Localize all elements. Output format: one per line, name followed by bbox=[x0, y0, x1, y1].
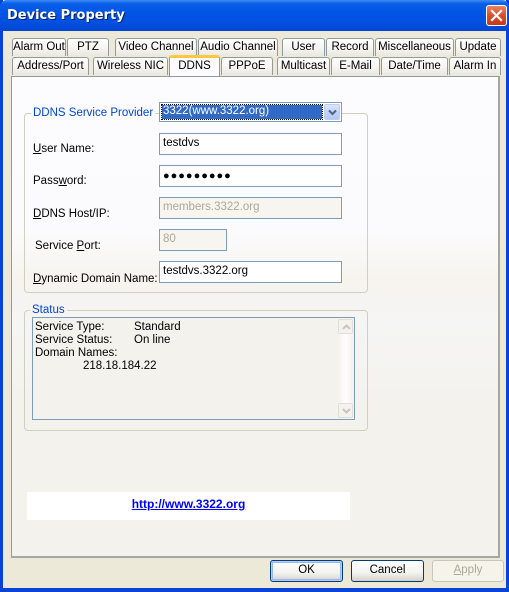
user-name-input[interactable]: testdvs bbox=[159, 133, 342, 155]
user-name-label: User Name: bbox=[33, 143, 95, 155]
status-group-label: Status bbox=[30, 304, 67, 317]
chevron-down-icon bbox=[328, 109, 337, 116]
tab-pppoe[interactable]: PPPoE bbox=[221, 57, 273, 75]
close-button[interactable] bbox=[486, 5, 507, 26]
status-textarea[interactable]: Service Type: Standard Service Status: O… bbox=[32, 317, 355, 420]
ddns-host-input[interactable]: members.3322.org bbox=[159, 197, 342, 219]
ddns-provider-selected: 3322(www.3322.org) bbox=[161, 104, 323, 120]
window-title: Device Property bbox=[7, 8, 125, 23]
title-bar[interactable]: Device Property bbox=[0, 0, 509, 31]
tab-user[interactable]: User bbox=[282, 38, 325, 56]
scroll-up-button[interactable] bbox=[338, 319, 353, 334]
ddns-host-label: DDNS Host/IP: bbox=[33, 208, 110, 220]
scroll-down-button[interactable] bbox=[338, 403, 353, 418]
domain-ip-value: 218.18.184.22 bbox=[83, 360, 157, 372]
status-scrollbar[interactable] bbox=[338, 319, 353, 418]
tab-update[interactable]: Update bbox=[455, 38, 501, 56]
dialog-client-area: Alarm Out PTZ Video Channel Audio Channe… bbox=[3, 31, 506, 588]
tab-wireless-nic[interactable]: Wireless NIC bbox=[93, 57, 168, 75]
service-type-value: Standard bbox=[134, 321, 181, 333]
tab-alarm-out[interactable]: Alarm Out bbox=[12, 38, 66, 56]
tab-ptz[interactable]: PTZ bbox=[67, 38, 109, 56]
ddns-group-label: DDNS Service Provider bbox=[31, 107, 156, 120]
tab-address-port[interactable]: Address/Port bbox=[12, 57, 89, 75]
password-label: Password: bbox=[33, 175, 87, 187]
service-type-key: Service Type: bbox=[35, 321, 105, 333]
ddns-tab-panel: DDNS Service Provider 3322(www.3322.org)… bbox=[11, 76, 500, 558]
ddns-provider-select[interactable]: 3322(www.3322.org) bbox=[159, 102, 342, 122]
service-port-label: Service Port: bbox=[35, 240, 101, 252]
tab-record[interactable]: Record bbox=[326, 38, 374, 56]
tab-ddns[interactable]: DDNS bbox=[169, 55, 220, 76]
apply-button[interactable]: Apply bbox=[432, 560, 504, 582]
service-status-value: On line bbox=[134, 334, 171, 346]
ok-button[interactable]: OK bbox=[270, 560, 343, 582]
chevron-down-icon bbox=[342, 408, 351, 414]
chevron-up-icon bbox=[342, 324, 351, 330]
close-icon bbox=[490, 9, 503, 22]
dropdown-button[interactable] bbox=[324, 104, 340, 120]
tab-multicast[interactable]: Multicast bbox=[277, 57, 330, 75]
tab-miscellaneous[interactable]: Miscellaneous bbox=[375, 38, 454, 56]
tab-alarm-in[interactable]: Alarm In bbox=[449, 57, 501, 75]
provider-link-box: http://www.3322.org bbox=[27, 492, 350, 520]
dynamic-domain-label: Dynamic Domain Name: bbox=[33, 273, 158, 285]
password-input[interactable]: ●●●●●●●●● bbox=[159, 165, 342, 187]
tab-email[interactable]: E-Mail bbox=[331, 57, 380, 75]
provider-link[interactable]: http://www.3322.org bbox=[27, 497, 350, 511]
cancel-button[interactable]: Cancel bbox=[351, 560, 424, 582]
dynamic-domain-input[interactable]: testdvs.3322.org bbox=[159, 261, 342, 283]
tab-date-time[interactable]: Date/Time bbox=[381, 57, 448, 75]
service-status-key: Service Status: bbox=[35, 334, 113, 346]
domain-names-key: Domain Names: bbox=[35, 347, 118, 359]
tab-audio-channel[interactable]: Audio Channel bbox=[198, 38, 278, 56]
device-property-window: Device Property Alarm Out PTZ Video Chan… bbox=[0, 0, 509, 592]
service-port-input[interactable]: 80 bbox=[159, 229, 227, 251]
tab-video-channel[interactable]: Video Channel bbox=[115, 38, 197, 56]
